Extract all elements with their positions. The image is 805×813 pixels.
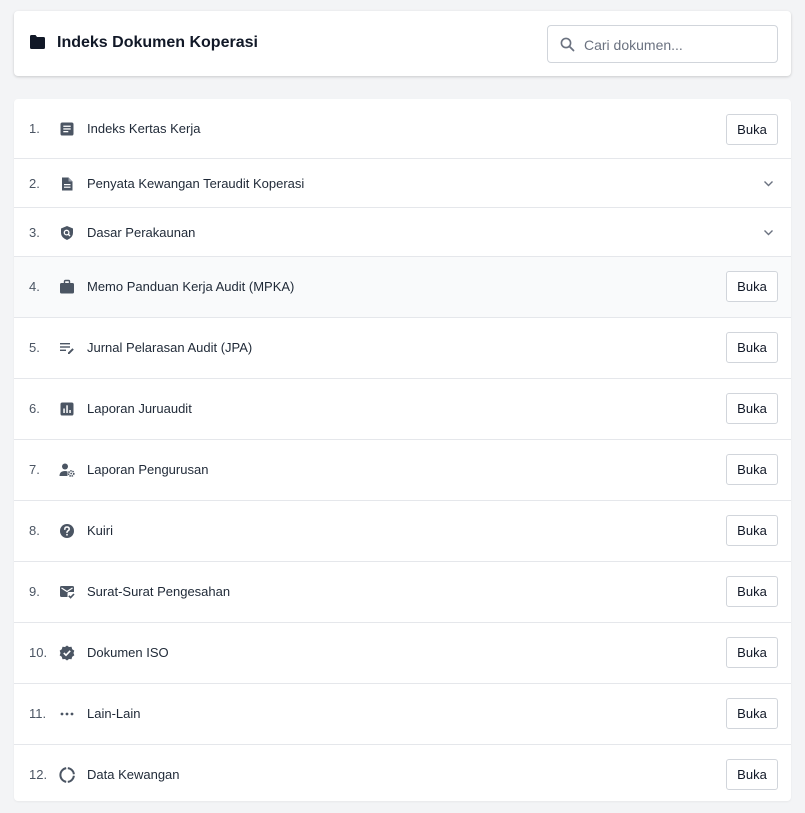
article-icon [60,122,74,136]
list-item: 10. Dokumen ISO Buka [14,623,791,684]
open-button[interactable]: Buka [726,393,778,424]
row-number: 12. [29,767,48,782]
row-label: Dasar Perakaunan [87,225,196,240]
list-item: 12. Data Kewangan Buka [14,745,791,801]
row-label: Jurnal Pelarasan Audit (JPA) [87,340,253,355]
help-circle-icon [60,524,74,538]
list-item: 4. Memo Panduan Kerja Audit (MPKA) Buka [14,257,791,318]
donut-chart-icon [59,767,75,783]
open-button[interactable]: Buka [726,332,778,363]
row-label: Dokumen ISO [87,645,169,660]
row-number: 6. [29,401,40,416]
open-button[interactable]: Buka [726,637,778,668]
open-button[interactable]: Buka [726,759,778,790]
row-label: Lain-Lain [87,706,141,721]
bar-chart-icon [60,402,74,416]
row-label: Indeks Kertas Kerja [87,121,201,136]
list-item: 9. Surat-Surat Pengesahan Buka [14,562,791,623]
header-card: Indeks Dokumen Koperasi [14,11,791,76]
search-input[interactable] [584,35,769,55]
user-settings-icon [59,463,75,477]
row-number: 10. [29,645,48,660]
search-box[interactable] [547,25,778,63]
row-label: Data Kewangan [87,767,180,782]
document-icon [62,177,73,191]
chevron-down-icon[interactable] [763,178,774,189]
briefcase-icon [60,279,74,294]
search-icon [560,37,575,52]
list-item: 7. Laporan Pengurusan Buka [14,440,791,501]
list-item: 5. Jurnal Pelarasan Audit (JPA) Buka [14,318,791,379]
row-number: 11. [29,706,47,721]
more-horizontal-icon [60,712,74,716]
chevron-down-icon[interactable] [763,227,774,238]
row-label: Laporan Juruaudit [87,401,192,416]
page-title: Indeks Dokumen Koperasi [57,34,258,51]
row-number: 3. [29,225,40,240]
document-list: 1. Indeks Kertas Kerja Buka 2. Penyata K… [14,99,791,801]
row-label: Memo Panduan Kerja Audit (MPKA) [87,279,295,294]
edit-list-icon [60,343,74,354]
open-button[interactable]: Buka [726,576,778,607]
verified-badge-icon [59,645,75,661]
folder-icon [30,35,45,49]
mail-check-icon [60,586,75,599]
row-number: 5. [29,340,40,355]
row-number: 7. [29,462,40,477]
list-item: 11. Lain-Lain Buka [14,684,791,745]
list-item: 6. Laporan Juruaudit Buka [14,379,791,440]
row-label: Kuiri [87,523,114,538]
open-button[interactable]: Buka [726,515,778,546]
row-number: 9. [29,584,40,599]
list-item[interactable]: 2. Penyata Kewangan Teraudit Koperasi [14,159,791,208]
row-number: 8. [29,523,40,538]
row-label: Surat-Surat Pengesahan [87,584,231,599]
row-label: Penyata Kewangan Teraudit Koperasi [87,176,305,191]
row-number: 2. [29,176,40,191]
open-button[interactable]: Buka [726,114,778,145]
row-number: 1. [29,121,40,136]
open-button[interactable]: Buka [726,271,778,302]
row-label: Laporan Pengurusan [87,462,209,477]
shield-search-icon [61,226,73,240]
open-button[interactable]: Buka [726,454,778,485]
list-item: 8. Kuiri Buka [14,501,791,562]
list-item[interactable]: 3. Dasar Perakaunan [14,208,791,257]
open-button[interactable]: Buka [726,698,778,729]
list-item: 1. Indeks Kertas Kerja Buka [14,99,791,159]
row-number: 4. [29,279,40,294]
